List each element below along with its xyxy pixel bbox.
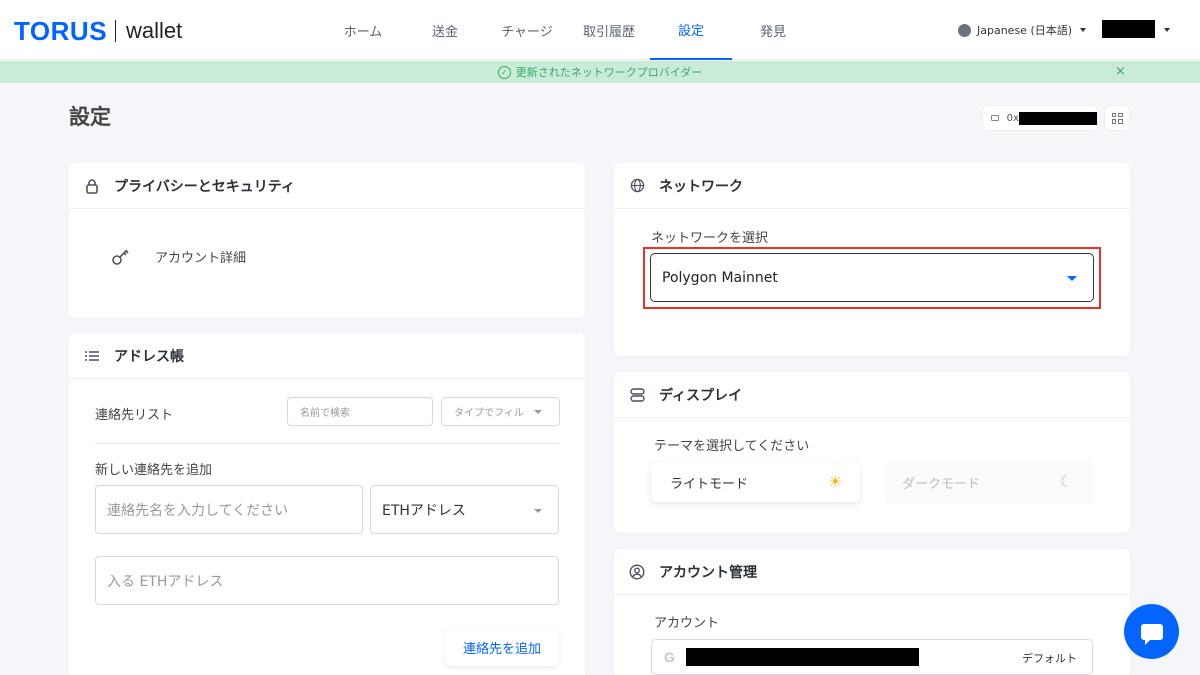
address-redacted (1018, 111, 1097, 125)
network-select[interactable]: Polygon Mainnet (650, 253, 1094, 302)
google-icon: G (664, 649, 675, 665)
account-title: アカウント管理 (659, 564, 757, 581)
eth-address-input[interactable]: 入る ETHアドレス (95, 556, 559, 605)
display-card-header: ディスプレイ (614, 372, 1130, 418)
account-row[interactable]: G デフォルト (651, 639, 1093, 675)
logo-mark: TORUS (14, 15, 108, 46)
nav-activity[interactable]: 取引履歴 (568, 0, 650, 60)
user-name-redacted[interactable] (1102, 20, 1155, 38)
display-icon (629, 387, 645, 403)
privacy-card-header: プライバシーとセキュリティ (69, 163, 585, 209)
theme-label: テーマを選択してください (654, 439, 810, 454)
dark-mode-button[interactable]: ダークモード ☾ (886, 462, 1093, 502)
language-label: Japanese (日本語) (977, 24, 1073, 37)
network-selected-value: Polygon Mainnet (662, 269, 778, 286)
light-mode-label: ライトモード (670, 476, 749, 492)
display-title: ディスプレイ (659, 387, 743, 404)
main-nav: ホーム 送金 チャージ 取引履歴 設定 発見 (322, 0, 814, 60)
qr-code-icon (1111, 112, 1123, 124)
banner-text: 更新されたネットワークプロバイダー (515, 66, 703, 79)
account-email-redacted (686, 648, 919, 666)
close-icon[interactable]: × (1115, 64, 1126, 79)
chat-icon (1140, 623, 1163, 645)
language-selector[interactable]: Japanese (日本語) (958, 20, 1087, 40)
add-contact-button[interactable]: 連絡先を追加 (445, 628, 559, 666)
contact-name-input[interactable]: 連絡先名を入力してください (95, 485, 363, 534)
wallet-icon (991, 115, 999, 121)
nav-transfer[interactable]: 送金 (404, 0, 486, 60)
network-updated-banner: ✓ 更新されたネットワークプロバイダー × (0, 61, 1200, 83)
nav-discover[interactable]: 発見 (732, 0, 814, 60)
account-details-label: アカウント詳細 (155, 250, 247, 266)
key-icon (111, 246, 131, 266)
moon-icon: ☾ (1059, 472, 1074, 491)
globe-icon (958, 23, 971, 37)
globe-icon (629, 178, 645, 194)
nav-topup[interactable]: チャージ (486, 0, 568, 60)
contacts-list-label: 連絡先リスト (95, 408, 174, 423)
caret-down-icon (1080, 28, 1087, 32)
privacy-security-card: プライバシーとセキュリティ アカウント詳細 (69, 163, 585, 318)
light-mode-button[interactable]: ライトモード ☀ (651, 462, 860, 502)
user-circle-icon (629, 563, 645, 580)
caret-down-icon (1067, 276, 1077, 281)
logo-wallet-text: wallet (126, 18, 183, 43)
caret-down-icon (534, 509, 542, 513)
select-network-label: ネットワークを選択 (651, 231, 769, 246)
torus-logo[interactable]: TORUS wallet (14, 16, 182, 46)
page-title: 設定 (69, 105, 111, 129)
address-prefix: 0x (1006, 112, 1019, 124)
default-badge: デフォルト (1022, 652, 1077, 665)
sun-icon: ☀ (828, 472, 843, 491)
chat-support-button[interactable] (1124, 604, 1179, 659)
wallet-address-pill[interactable]: 0x (982, 105, 1098, 131)
lock-icon (84, 178, 100, 194)
address-book-card: アドレス帳 連絡先リスト 名前で検索 タイプでフィル 新しい連絡先を追加 連絡先… (69, 333, 585, 675)
network-card-header: ネットワーク (614, 163, 1130, 209)
logo-divider (115, 20, 117, 42)
privacy-title: プライバシーとセキュリティ (114, 178, 295, 195)
account-details-link[interactable]: アカウント詳細 (111, 246, 246, 266)
nav-settings[interactable]: 設定 (650, 0, 732, 60)
check-circle-icon: ✓ (497, 65, 511, 79)
search-name-input[interactable]: 名前で検索 (287, 397, 433, 426)
address-type-select[interactable]: ETHアドレス (370, 485, 559, 534)
account-card-header: アカウント管理 (614, 549, 1130, 595)
filter-type-placeholder: タイプでフィル (454, 408, 524, 419)
add-contact-label: 新しい連絡先を追加 (95, 463, 213, 478)
filter-type-select[interactable]: タイプでフィル (441, 397, 560, 426)
list-icon (84, 348, 100, 364)
account-management-card: アカウント管理 アカウント G デフォルト (614, 549, 1130, 675)
nav-home[interactable]: ホーム (322, 0, 404, 60)
divider (95, 443, 559, 444)
caret-down-icon (534, 410, 542, 414)
user-menu-caret-icon[interactable] (1164, 28, 1170, 32)
top-header: TORUS wallet ホーム 送金 チャージ 取引履歴 設定 発見 Japa… (0, 0, 1200, 60)
network-card: ネットワーク ネットワークを選択 Polygon Mainnet (614, 163, 1130, 356)
dark-mode-label: ダークモード (902, 476, 981, 492)
network-title: ネットワーク (659, 178, 743, 195)
address-book-title: アドレス帳 (114, 348, 184, 365)
address-type-value: ETHアドレス (382, 502, 466, 519)
address-book-header: アドレス帳 (69, 333, 585, 379)
account-label: アカウント (654, 616, 720, 631)
qr-code-button[interactable] (1104, 105, 1130, 131)
display-card: ディスプレイ テーマを選択してください ライトモード ☀ ダークモード ☾ (614, 372, 1130, 533)
